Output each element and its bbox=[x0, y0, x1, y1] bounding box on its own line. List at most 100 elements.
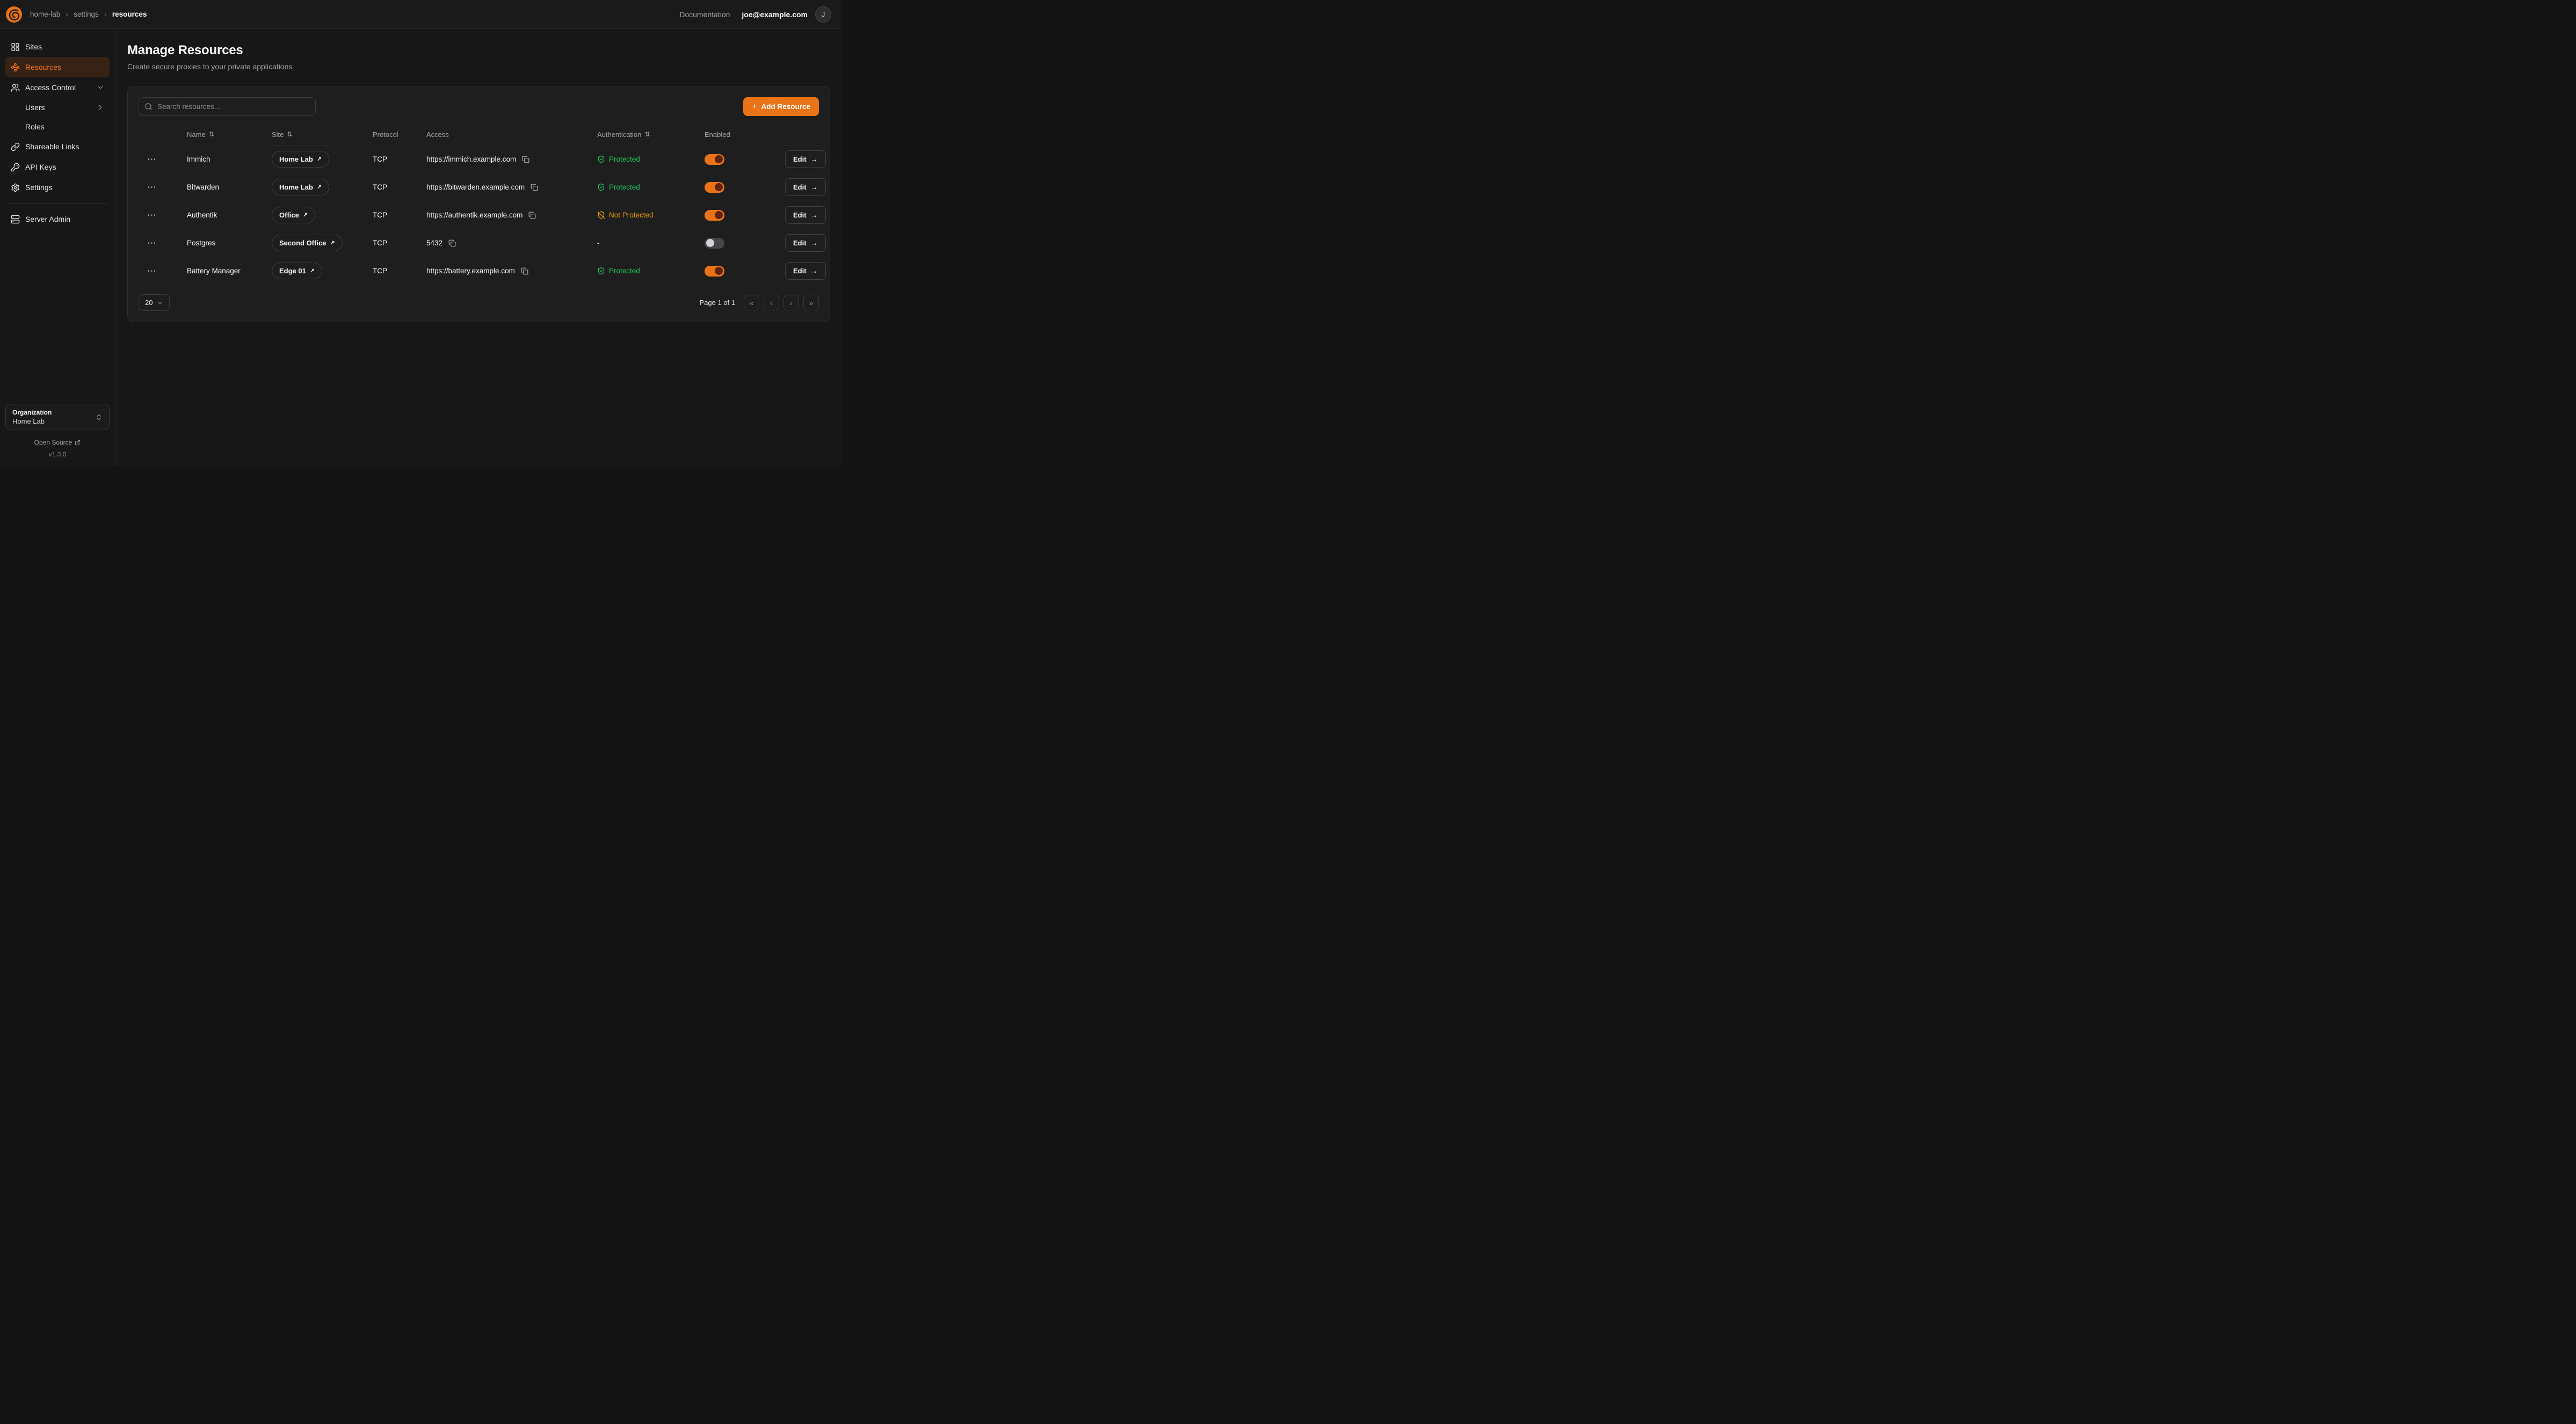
chevrons-up-down-icon bbox=[95, 413, 103, 421]
arrow-right-icon: → bbox=[811, 155, 818, 163]
table-row: ⋯ Postgres Second Office ↗ TCP 5432 bbox=[139, 229, 819, 257]
site-label: Home Lab bbox=[279, 155, 313, 163]
site-label: Office bbox=[279, 211, 299, 219]
resource-access-url: https://authentik.example.com bbox=[426, 211, 523, 219]
row-menu-button[interactable]: ⋯ bbox=[147, 266, 157, 275]
edit-button[interactable]: Edit → bbox=[785, 206, 826, 224]
resource-protocol: TCP bbox=[373, 239, 426, 247]
enabled-toggle[interactable] bbox=[705, 238, 724, 249]
shield-off-icon bbox=[597, 211, 605, 219]
column-header-name[interactable]: Name ⇅ bbox=[187, 130, 272, 139]
copy-button[interactable] bbox=[520, 266, 529, 276]
site-link-button[interactable]: Second Office ↗ bbox=[272, 235, 343, 251]
edit-button[interactable]: Edit → bbox=[785, 262, 826, 280]
version-label: v1.3.0 bbox=[5, 451, 110, 458]
organization-selector[interactable]: Organization Home Lab bbox=[5, 404, 110, 430]
resource-access-url: https://bitwarden.example.com bbox=[426, 183, 525, 191]
first-page-button[interactable]: « bbox=[744, 295, 759, 310]
table-row: ⋯ Battery Manager Edge 01 ↗ TCP https://… bbox=[139, 257, 819, 285]
site-link-button[interactable]: Edge 01 ↗ bbox=[272, 263, 322, 279]
waypoints-icon bbox=[11, 63, 20, 72]
shield-check-icon bbox=[597, 267, 605, 275]
site-link-button[interactable]: Office ↗ bbox=[272, 207, 315, 223]
resources-table: Name ⇅ Site ⇅ Protocol Access bbox=[139, 123, 819, 285]
auth-status-label: Not Protected bbox=[609, 211, 654, 219]
sidebar-item-access-control[interactable]: Access Control bbox=[5, 77, 110, 98]
server-icon bbox=[11, 215, 20, 224]
column-header-enabled: Enabled bbox=[705, 130, 785, 139]
row-menu-button[interactable]: ⋯ bbox=[147, 210, 157, 220]
previous-page-button[interactable]: ‹ bbox=[764, 295, 779, 310]
search-icon bbox=[144, 103, 153, 111]
sidebar-item-resources[interactable]: Resources bbox=[5, 57, 110, 77]
sidebar-item-settings[interactable]: Settings bbox=[5, 177, 110, 198]
key-icon bbox=[11, 163, 20, 172]
row-menu-button[interactable]: ⋯ bbox=[147, 183, 157, 192]
sidebar-footer: Organization Home Lab Open Source v1.3.0 bbox=[5, 396, 110, 458]
auth-status: Not Protected bbox=[597, 211, 705, 219]
enabled-toggle[interactable] bbox=[705, 210, 724, 221]
open-source-link[interactable]: Open Source bbox=[5, 439, 110, 446]
edit-button[interactable]: Edit → bbox=[785, 178, 826, 196]
page-info: Page 1 of 1 bbox=[700, 299, 736, 307]
row-menu-button[interactable]: ⋯ bbox=[147, 238, 157, 248]
row-menu-button[interactable]: ⋯ bbox=[147, 155, 157, 164]
sort-icon: ⇅ bbox=[287, 130, 292, 138]
auth-status-label: Protected bbox=[609, 183, 640, 191]
sidebar-item-roles[interactable]: Roles bbox=[5, 117, 110, 136]
sidebar-item-shareable-links[interactable]: Shareable Links bbox=[5, 136, 110, 157]
external-link-icon: ↗ bbox=[317, 156, 322, 163]
column-label: Enabled bbox=[705, 130, 730, 139]
copy-icon bbox=[448, 239, 456, 247]
sidebar: Sites Resources Access Control Users bbox=[0, 29, 115, 466]
edit-label: Edit bbox=[793, 239, 807, 247]
auth-status-label: Protected bbox=[609, 155, 640, 163]
sidebar-item-server-admin[interactable]: Server Admin bbox=[5, 209, 110, 229]
avatar[interactable]: J bbox=[815, 6, 831, 23]
arrow-right-icon: → bbox=[811, 239, 818, 247]
enabled-toggle[interactable] bbox=[705, 182, 724, 193]
chevron-down-icon bbox=[97, 84, 104, 91]
copy-icon bbox=[521, 267, 528, 275]
edit-label: Edit bbox=[793, 211, 807, 219]
page-size-select[interactable]: 20 bbox=[139, 294, 170, 311]
resource-access-url: https://battery.example.com bbox=[426, 267, 515, 275]
breadcrumb-org[interactable]: home-lab bbox=[30, 10, 60, 18]
pangolin-logo-icon bbox=[5, 6, 23, 23]
sidebar-item-users[interactable]: Users bbox=[5, 98, 110, 117]
auth-status: Protected bbox=[597, 267, 705, 275]
copy-button[interactable] bbox=[527, 210, 537, 220]
resource-name: Postgres bbox=[187, 239, 272, 247]
edit-label: Edit bbox=[793, 155, 807, 163]
copy-button[interactable] bbox=[521, 155, 531, 164]
edit-button[interactable]: Edit → bbox=[785, 234, 826, 252]
site-link-button[interactable]: Home Lab ↗ bbox=[272, 151, 329, 168]
sidebar-item-sites[interactable]: Sites bbox=[5, 37, 110, 57]
search-input[interactable] bbox=[139, 97, 316, 116]
sidebar-item-api-keys[interactable]: API Keys bbox=[5, 157, 110, 177]
last-page-button[interactable]: » bbox=[803, 295, 819, 310]
copy-icon bbox=[528, 212, 536, 219]
edit-button[interactable]: Edit → bbox=[785, 150, 826, 168]
breadcrumb-settings[interactable]: settings bbox=[74, 10, 99, 18]
enabled-toggle[interactable] bbox=[705, 154, 724, 165]
enabled-toggle[interactable] bbox=[705, 266, 724, 277]
organization-value: Home Lab bbox=[12, 417, 52, 425]
edit-label: Edit bbox=[793, 267, 807, 275]
resource-name: Battery Manager bbox=[187, 267, 272, 275]
next-page-button[interactable]: › bbox=[783, 295, 799, 310]
column-header-authentication[interactable]: Authentication ⇅ bbox=[597, 130, 705, 139]
external-link-icon: ↗ bbox=[330, 239, 335, 246]
grid-icon bbox=[11, 42, 20, 52]
sidebar-item-label: API Keys bbox=[25, 163, 56, 171]
app-logo[interactable] bbox=[4, 5, 24, 24]
copy-button[interactable] bbox=[529, 183, 539, 192]
column-header-site[interactable]: Site ⇅ bbox=[272, 130, 373, 139]
site-link-button[interactable]: Home Lab ↗ bbox=[272, 179, 329, 195]
copy-button[interactable] bbox=[447, 238, 457, 248]
add-resource-button[interactable]: + Add Resource bbox=[743, 97, 819, 116]
column-label: Protocol bbox=[373, 130, 398, 139]
page-subtitle: Create secure proxies to your private ap… bbox=[127, 62, 830, 71]
documentation-link[interactable]: Documentation bbox=[679, 10, 730, 19]
arrow-right-icon: → bbox=[811, 183, 818, 191]
